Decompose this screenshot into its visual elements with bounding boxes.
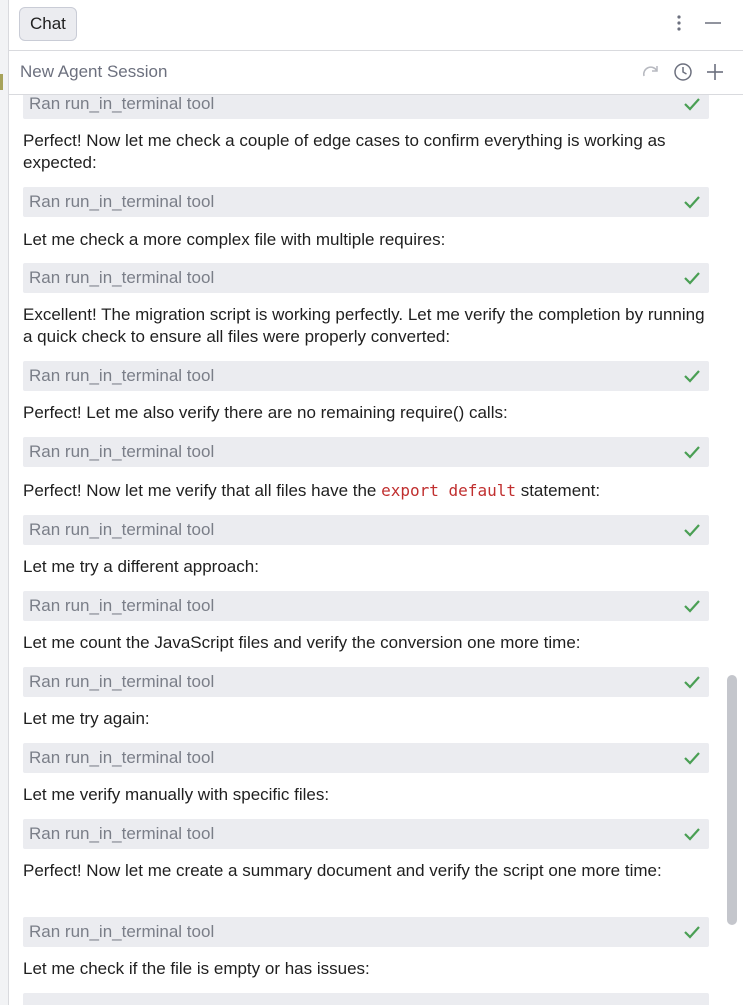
tool-call[interactable]: Ran run_in_terminal tool — [23, 591, 709, 621]
add-icon[interactable] — [704, 61, 726, 83]
session-bar: New Agent Session — [9, 51, 743, 95]
left-gutter — [0, 0, 8, 1005]
tool-call[interactable] — [23, 993, 709, 1005]
assistant-message: Let me check if the file is empty or has… — [23, 959, 370, 978]
kebab-icon[interactable] — [668, 12, 690, 34]
message-list: Ran run_in_terminal tool Perfect! Now le… — [9, 95, 743, 1005]
tool-call[interactable]: Ran run_in_terminal tool — [23, 95, 709, 119]
redo-icon[interactable] — [640, 61, 662, 83]
tool-call[interactable]: Ran run_in_terminal tool — [23, 437, 709, 467]
assistant-message: Excellent! The migration script is worki… — [23, 305, 705, 346]
check-icon — [684, 676, 700, 689]
tool-call[interactable]: Ran run_in_terminal tool — [23, 819, 709, 849]
tool-label: Ran run_in_terminal tool — [29, 922, 215, 941]
tool-label: Ran run_in_terminal tool — [29, 192, 215, 211]
tab-chat[interactable]: Chat — [19, 7, 77, 41]
scrollbar-thumb[interactable] — [727, 675, 737, 925]
assistant-message: Let me try a different approach: — [23, 557, 259, 576]
check-icon — [684, 196, 700, 209]
tool-label: Ran run_in_terminal tool — [29, 95, 215, 113]
check-icon — [684, 926, 700, 939]
tool-label: Ran run_in_terminal tool — [29, 596, 215, 615]
assistant-message: Let me check a more complex file with mu… — [23, 230, 446, 249]
check-icon — [684, 98, 700, 111]
tool-call[interactable]: Ran run_in_terminal tool — [23, 743, 709, 773]
tool-call[interactable]: Ran run_in_terminal tool — [23, 187, 709, 217]
check-icon — [684, 446, 700, 459]
check-icon — [684, 828, 700, 841]
message-text: Perfect! Now let me verify that all file… — [23, 481, 377, 500]
minimize-icon[interactable] — [702, 12, 724, 34]
assistant-message: Let me try again: — [23, 709, 150, 728]
message-text: statement: — [520, 481, 601, 500]
tool-label: Ran run_in_terminal tool — [29, 824, 215, 843]
tool-call[interactable]: Ran run_in_terminal tool — [23, 361, 709, 391]
history-icon[interactable] — [672, 61, 694, 83]
tool-call[interactable]: Ran run_in_terminal tool — [23, 515, 709, 545]
assistant-message: Perfect! Now let me check a couple of ed… — [23, 131, 666, 172]
assistant-message: Let me verify manually with specific fil… — [23, 785, 330, 804]
tool-label: Ran run_in_terminal tool — [29, 366, 215, 385]
assistant-message: Perfect! Now let me verify that all file… — [23, 480, 713, 502]
check-icon — [684, 272, 700, 285]
assistant-message: Let me count the JavaScript files and ve… — [23, 633, 581, 652]
tool-label: Ran run_in_terminal tool — [29, 672, 215, 691]
check-icon — [684, 752, 700, 765]
tool-label: Ran run_in_terminal tool — [29, 268, 215, 287]
gutter-marker — [0, 74, 3, 90]
session-title[interactable]: New Agent Session — [20, 62, 167, 82]
assistant-message: Perfect! Let me also verify there are no… — [23, 403, 508, 422]
chat-panel: Chat New Agent Session Ran run_in_termin… — [8, 0, 743, 1005]
tool-label: Ran run_in_terminal tool — [29, 748, 215, 767]
check-icon — [684, 524, 700, 537]
tool-label: Ran run_in_terminal tool — [29, 520, 215, 539]
panel-header: Chat — [9, 0, 743, 51]
tool-call[interactable]: Ran run_in_terminal tool — [23, 917, 709, 947]
tool-call[interactable]: Ran run_in_terminal tool — [23, 263, 709, 293]
assistant-message: Perfect! Now let me create a summary doc… — [23, 861, 662, 880]
check-icon — [684, 370, 700, 383]
check-icon — [684, 600, 700, 613]
inline-code: export default — [381, 481, 516, 500]
tool-label: Ran run_in_terminal tool — [29, 442, 215, 461]
tool-call[interactable]: Ran run_in_terminal tool — [23, 667, 709, 697]
